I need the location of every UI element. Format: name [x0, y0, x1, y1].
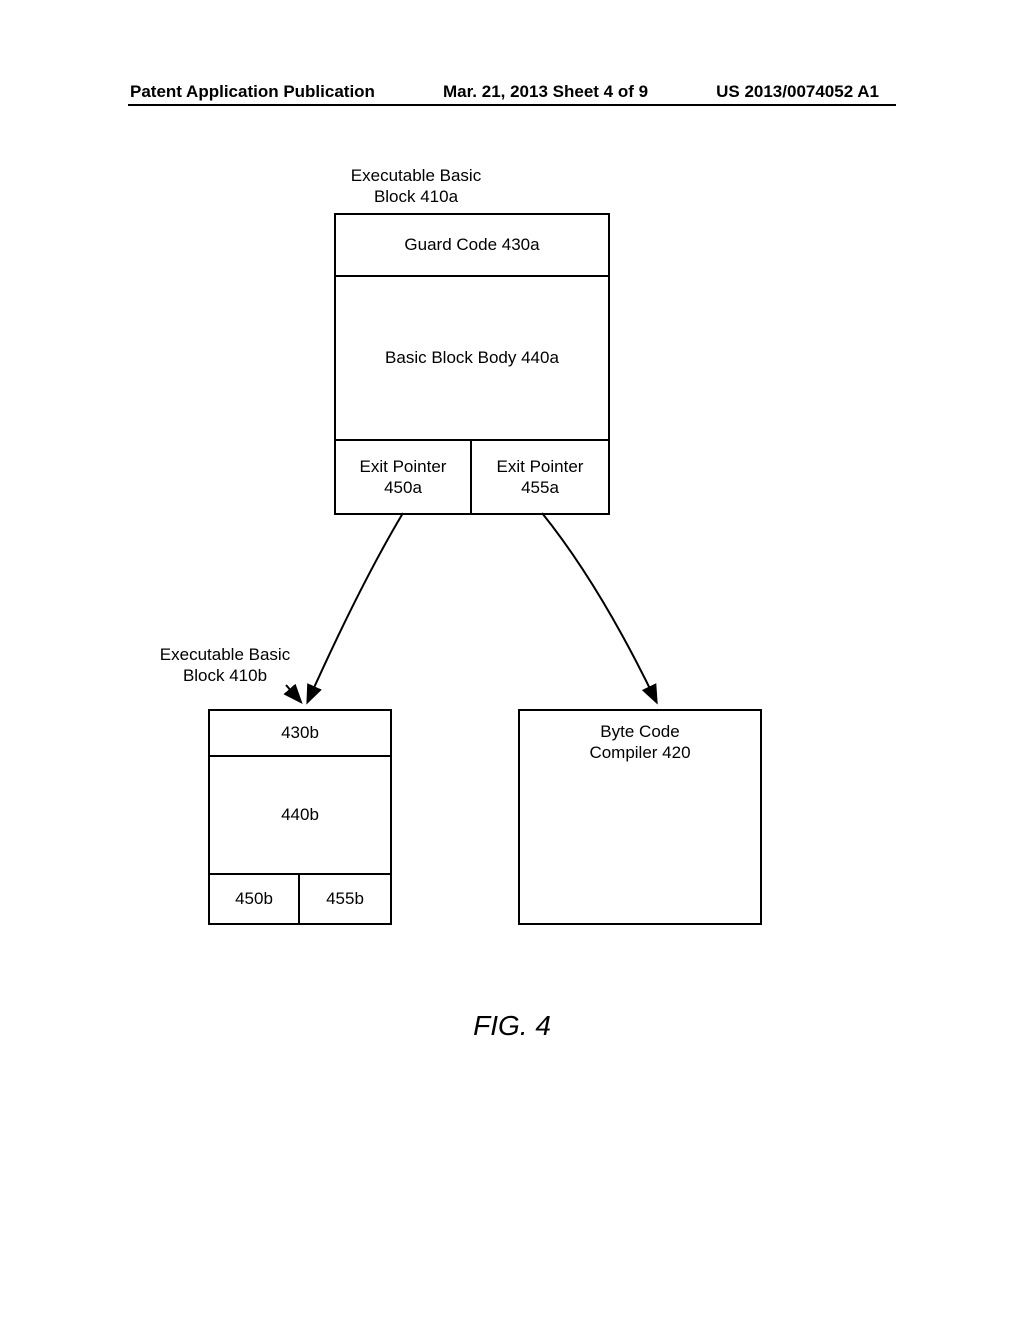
- label-block-410a: Executable BasicBlock 410a: [326, 165, 506, 208]
- block-410b: 430b 440b 450b 455b: [208, 709, 392, 925]
- header-left: Patent Application Publication: [130, 82, 375, 102]
- byte-code-compiler-420: Byte CodeCompiler 420: [518, 709, 762, 925]
- arrow-450a-to-410b: [308, 513, 403, 701]
- exit-pointer-450a: Exit Pointer450a: [336, 441, 472, 513]
- header-rule: [128, 104, 896, 106]
- exit-pointer-450b: 450b: [210, 875, 300, 923]
- exit-pointer-455a: Exit Pointer455a: [472, 441, 608, 513]
- page-header: Patent Application Publication Mar. 21, …: [0, 82, 1024, 102]
- arrow-455a-to-compiler: [542, 513, 656, 701]
- header-center: Mar. 21, 2013 Sheet 4 of 9: [443, 82, 648, 102]
- exit-pointers-b: 450b 455b: [210, 875, 390, 923]
- exit-pointer-455b: 455b: [300, 875, 390, 923]
- arrow-label-410b: [286, 685, 300, 701]
- guard-code-430a: Guard Code 430a: [336, 215, 608, 277]
- figure-caption: FIG. 4: [0, 1010, 1024, 1042]
- exit-pointers-a: Exit Pointer450a Exit Pointer455a: [336, 441, 608, 513]
- block-410a: Guard Code 430a Basic Block Body 440a Ex…: [334, 213, 610, 515]
- basic-block-body-440b: 440b: [210, 757, 390, 875]
- label-block-410b: Executable BasicBlock 410b: [140, 644, 310, 687]
- header-right: US 2013/0074052 A1: [716, 82, 879, 102]
- diagram-container: Executable BasicBlock 410a Guard Code 43…: [0, 165, 1024, 1065]
- guard-code-430b: 430b: [210, 711, 390, 757]
- basic-block-body-440a: Basic Block Body 440a: [336, 277, 608, 441]
